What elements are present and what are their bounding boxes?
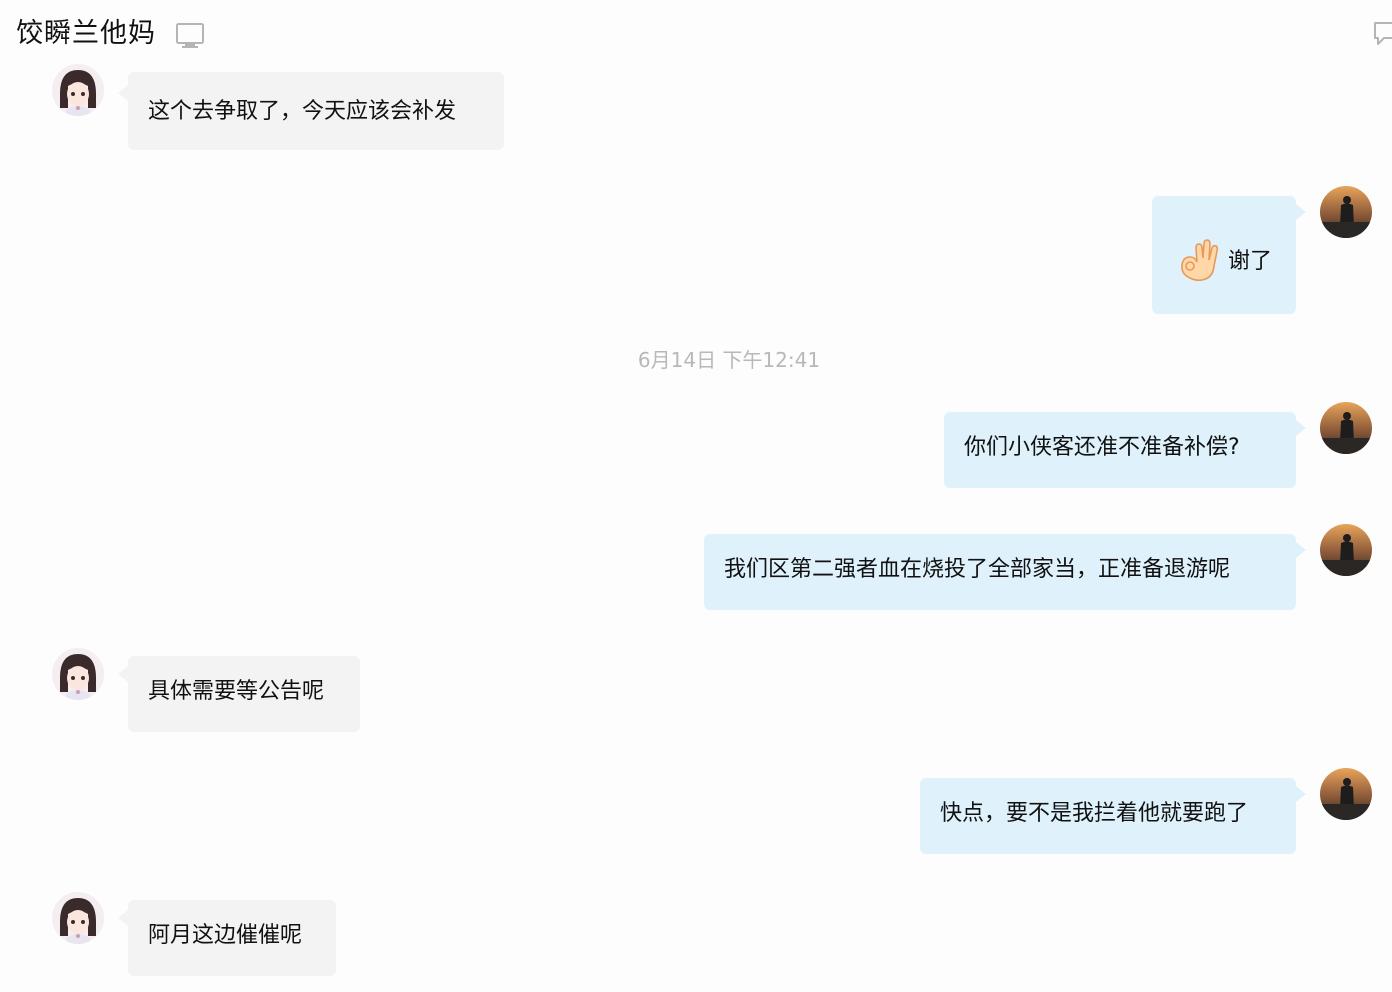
message-text: 快点，要不是我拦着他就要跑了 [940,801,1249,826]
outgoing-message[interactable]: 你们小侠客还准不准备补偿? [944,412,1296,488]
my-avatar[interactable] [1320,524,1372,576]
incoming-message[interactable]: 阿月这边催催呢 [128,900,336,976]
contact-name[interactable]: 饺瞬兰他妈 [16,14,156,54]
timestamp-divider: 6月14日 下午12:41 [637,348,821,372]
incoming-message[interactable]: 具体需要等公告呢 [128,656,360,732]
ok-hand-emoji [1181,239,1219,282]
bubble-tail [1296,786,1306,802]
my-avatar[interactable] [1320,186,1372,238]
my-avatar[interactable] [1320,768,1372,820]
my-avatar[interactable] [1320,402,1372,454]
bubble-tail [1296,542,1306,558]
bubble-tail [1296,420,1306,436]
bubble-tail [1296,204,1306,220]
message-text: 阿月这边催催呢 [148,923,303,948]
outgoing-message[interactable]: 我们区第二强者血在烧投了全部家当，正准备退游呢 [704,534,1296,610]
chat-window: 饺瞬兰他妈 这个去争取了，今天应该会补发 谢了 6月14日 下午12:41 你们… [0,0,1392,992]
chat-header: 饺瞬兰他妈 [0,0,1392,72]
message-text: 你们小侠客还准不准备补偿? [964,435,1240,460]
bubble-tail [118,85,128,101]
contact-avatar[interactable] [52,892,104,944]
outgoing-message[interactable]: 快点，要不是我拦着他就要跑了 [920,778,1296,854]
monitor-icon[interactable] [176,22,204,50]
incoming-message[interactable]: 这个去争取了，今天应该会补发 [128,72,504,150]
message-text: 具体需要等公告呢 [148,679,325,704]
message-text: 这个去争取了，今天应该会补发 [148,99,457,124]
contact-avatar[interactable] [52,64,104,116]
outgoing-message[interactable]: 谢了 [1152,196,1296,314]
message-text: 谢了 [1228,249,1273,274]
bubble-tail [118,910,128,926]
chat-bubble-icon[interactable] [1372,20,1392,48]
message-text: 我们区第二强者血在烧投了全部家当，正准备退游呢 [724,557,1231,582]
bubble-tail [118,666,128,682]
contact-avatar[interactable] [52,648,104,700]
